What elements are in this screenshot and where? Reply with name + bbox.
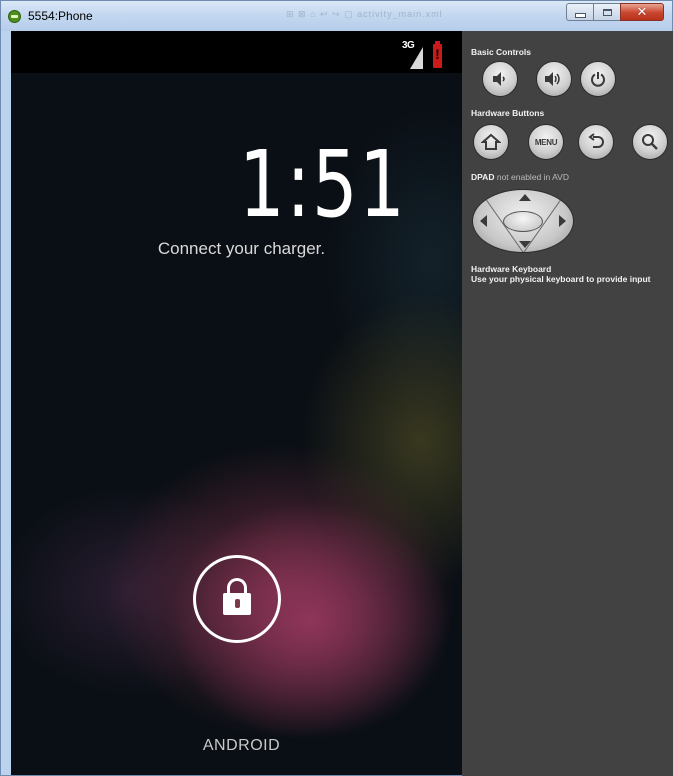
hardware-keyboard-description: Use your physical keyboard to provide in… <box>471 274 651 284</box>
basic-controls-label: Basic Controls <box>471 47 531 57</box>
back-icon <box>588 133 604 148</box>
battery-alert-icon: ! <box>433 41 442 68</box>
power-icon <box>591 72 605 87</box>
volume-down-icon <box>493 72 505 86</box>
maximize-icon <box>602 8 612 16</box>
dpad-center-button[interactable] <box>503 211 543 232</box>
signal-strength-icon <box>410 47 423 69</box>
keyhole <box>235 599 240 608</box>
window-controls: ✕ <box>566 3 664 21</box>
status-bar: 3G ! <box>11 31 462 73</box>
home-button[interactable] <box>473 124 509 160</box>
battery-alert-mark: ! <box>435 46 440 62</box>
dpad-label: DPAD not enabled in AVD <box>471 172 569 182</box>
dpad-label-text: DPAD <box>471 172 495 182</box>
background-tabs-text: ⊞ ⊠ ⌂ ↩ ↪ ▢ activity_main.xml <box>286 9 443 19</box>
dpad-down-icon[interactable] <box>519 241 531 248</box>
minimize-icon <box>574 12 586 18</box>
dpad-right-icon[interactable] <box>559 215 566 227</box>
hardware-buttons-label: Hardware Buttons <box>471 108 545 118</box>
close-icon: ✕ <box>636 4 648 20</box>
unlock-handle[interactable] <box>193 555 281 643</box>
phone-screen[interactable]: 3G ! 1:51 Connect your charger. ANDROID <box>11 31 462 775</box>
minimize-button[interactable] <box>566 3 593 21</box>
dpad-note: not enabled in AVD <box>496 172 569 182</box>
lockscreen-clock: 1:51 <box>239 131 407 238</box>
back-button[interactable] <box>578 124 614 160</box>
dpad-control[interactable] <box>472 189 574 253</box>
dpad-left-icon[interactable] <box>480 215 487 227</box>
menu-label: MENU <box>534 137 558 147</box>
search-icon <box>642 134 658 150</box>
carrier-label: ANDROID <box>202 737 281 754</box>
volume-down-button[interactable] <box>482 61 518 97</box>
search-button[interactable] <box>632 124 668 160</box>
close-button[interactable]: ✕ <box>620 3 664 21</box>
emulator-window: 5554:Phone ⊞ ⊠ ⌂ ↩ ↪ ▢ activity_main.xml… <box>0 0 673 776</box>
hardware-keyboard-title: Hardware Keyboard <box>471 264 552 274</box>
volume-up-button[interactable] <box>536 61 572 97</box>
menu-button[interactable]: MENU <box>528 124 564 160</box>
android-app-icon <box>8 10 21 23</box>
dpad-up-icon[interactable] <box>519 194 531 201</box>
volume-up-icon <box>545 72 560 86</box>
maximize-button[interactable] <box>593 3 620 21</box>
title-bar[interactable]: 5554:Phone ⊞ ⊠ ⌂ ↩ ↪ ▢ activity_main.xml… <box>1 1 672 31</box>
power-button[interactable] <box>580 61 616 97</box>
home-icon <box>481 133 501 150</box>
charger-message: Connect your charger. <box>157 239 326 258</box>
control-panel: Basic Controls Hardware Buttons MENU DPA… <box>462 31 673 776</box>
window-title: 5554:Phone <box>28 9 93 23</box>
